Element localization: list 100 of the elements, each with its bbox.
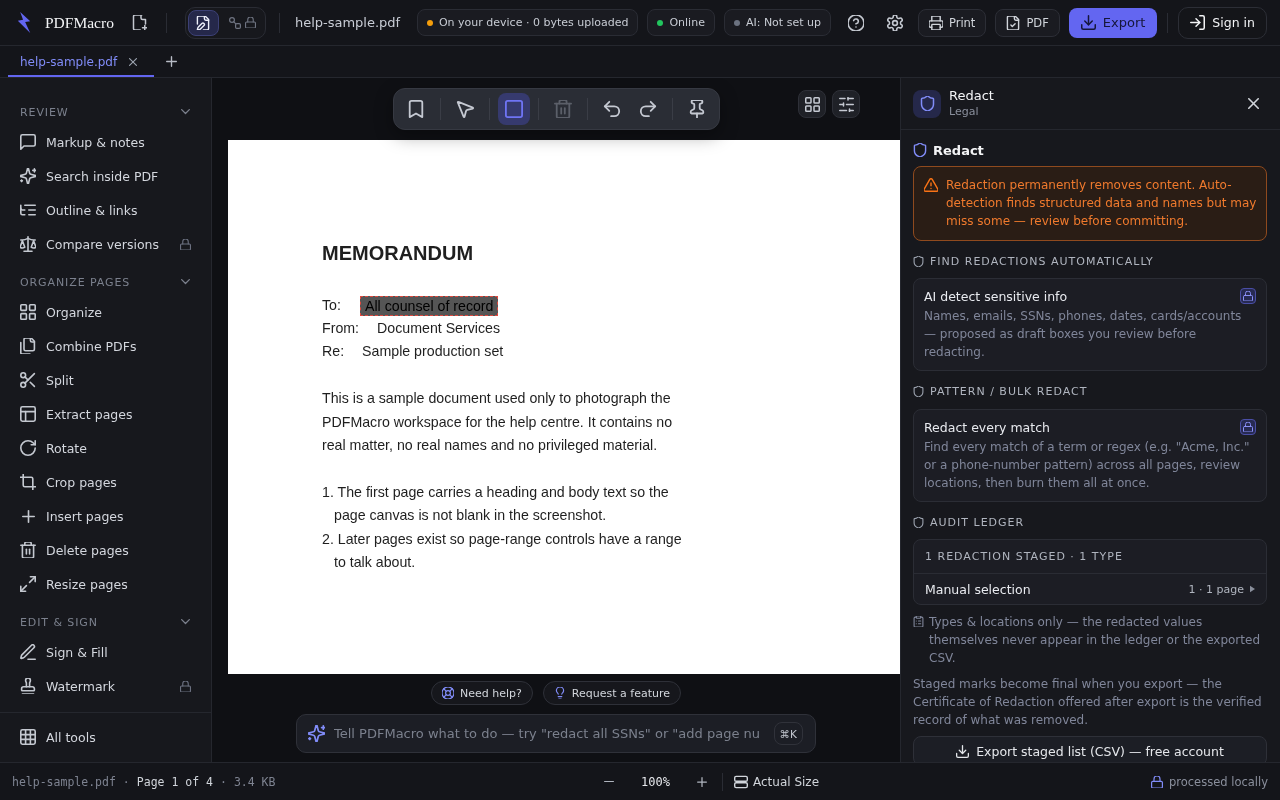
section-header[interactable]: ORGANIZE PAGES bbox=[8, 269, 203, 295]
plus-icon bbox=[697, 776, 707, 787]
close-icon bbox=[1247, 98, 1259, 109]
info-separator: · bbox=[122, 774, 130, 789]
ledger-note: Staged marks become final when you export — the Certificate of Redaction offered after export is the verified record of what was removed. bbox=[913, 676, 1263, 729]
card-title: Redact every match bbox=[924, 419, 1050, 435]
scale-icon bbox=[20, 236, 36, 252]
sidebar-item[interactable]: Resize pages bbox=[8, 567, 203, 601]
section-title: AUDIT LEDGER bbox=[930, 515, 1025, 529]
section-header[interactable]: EDIT & SIGN bbox=[8, 609, 203, 635]
brand-name: PDFMacro bbox=[45, 13, 114, 32]
table-icon bbox=[20, 406, 36, 422]
lightning-icon bbox=[17, 12, 31, 33]
lock-icon bbox=[1150, 775, 1163, 788]
crop-icon bbox=[20, 474, 36, 490]
section-title: FIND REDACTIONS AUTOMATICALLY bbox=[930, 254, 1154, 268]
sign-in-icon bbox=[1190, 15, 1206, 30]
file-plus-icon bbox=[132, 15, 148, 30]
sidebar-item[interactable]: Outline & links bbox=[8, 193, 203, 227]
grid-view-button[interactable] bbox=[798, 90, 826, 118]
undo-icon bbox=[602, 100, 621, 118]
rectangle-tool-button[interactable] bbox=[497, 93, 530, 125]
sidebar-item[interactable]: All tools bbox=[8, 720, 203, 754]
plus-icon bbox=[165, 56, 177, 67]
sidebar-item[interactable]: Organize bbox=[8, 295, 203, 329]
clipboard-icon bbox=[913, 616, 924, 627]
adjust-button[interactable] bbox=[832, 90, 860, 118]
list-item: 1. The first page carries a heading and body text so the page canvas is not blank in the screenshot. bbox=[322, 482, 670, 525]
sparkles-icon bbox=[308, 725, 325, 742]
feature-card[interactable]: Redact every match Find every match of a term or regex (e.g. "Acme, Inc." or a phone-number pattern) across all pages, review locations, then burn them all at once. bbox=[913, 409, 1267, 502]
rotate-icon bbox=[20, 440, 36, 456]
redacted-text: All counsel of record bbox=[359, 295, 499, 316]
redo-icon bbox=[638, 100, 657, 118]
mode-button[interactable] bbox=[187, 9, 219, 36]
field-value: Sample production set bbox=[362, 342, 504, 361]
sign-in-button[interactable]: Sign in bbox=[1178, 6, 1267, 39]
sidebar-item[interactable]: Delete pages bbox=[8, 533, 203, 567]
shield-icon bbox=[913, 255, 924, 267]
panel-title: Redact bbox=[949, 88, 994, 104]
export-button[interactable]: Export bbox=[1068, 7, 1158, 38]
ledger-label: Manual selection bbox=[925, 581, 1031, 597]
close-icon bbox=[129, 57, 138, 66]
minus-icon bbox=[604, 780, 614, 783]
sidebar-item[interactable]: Extract pages bbox=[8, 397, 203, 431]
file-pen-icon bbox=[196, 15, 211, 30]
sidebar-item[interactable]: Rotate bbox=[8, 431, 203, 465]
actual-size-icon bbox=[734, 774, 748, 789]
section-header[interactable]: REVIEW bbox=[8, 99, 203, 125]
panel-subtitle: Legal bbox=[949, 104, 980, 119]
sidebar-item[interactable]: Watermark bbox=[8, 669, 203, 703]
cursor-icon bbox=[455, 100, 474, 118]
field-label: From: bbox=[322, 319, 360, 338]
print-button[interactable]: Print bbox=[917, 8, 987, 37]
scissors-icon bbox=[20, 372, 36, 388]
trash-icon bbox=[20, 542, 36, 558]
feature-request-link[interactable]: Request a feature bbox=[542, 681, 681, 705]
sidebar-item[interactable]: Combine PDFs bbox=[8, 329, 203, 363]
warning-icon bbox=[924, 178, 938, 192]
memo-heading: MEMORANDUM bbox=[322, 241, 475, 265]
settings-icon bbox=[886, 14, 903, 31]
section-title: PATTERN / BULK REDACT bbox=[930, 384, 1088, 398]
shield-icon bbox=[913, 516, 924, 528]
tool-heading: Redact bbox=[933, 142, 984, 158]
life-buoy-icon bbox=[442, 687, 454, 699]
sidebar-item[interactable]: Insert pages bbox=[8, 499, 203, 533]
export-csv-button[interactable]: Export staged list (CSV) — free account bbox=[913, 736, 1267, 762]
expand-icon bbox=[20, 576, 36, 592]
plus-icon bbox=[21, 509, 35, 523]
pdf-button[interactable]: PDF bbox=[995, 8, 1060, 37]
grid-icon bbox=[20, 304, 36, 320]
file-name: help-sample.pdf bbox=[12, 774, 116, 789]
card-title: AI detect sensitive info bbox=[924, 288, 1068, 304]
shortcut-hint: ⌘K bbox=[773, 722, 803, 745]
file-check-icon bbox=[1006, 15, 1021, 30]
zoom-level: 100% bbox=[640, 774, 671, 789]
ledger-row[interactable]: Manual selection 1 · 1 page bbox=[914, 574, 1266, 604]
shield-icon bbox=[913, 385, 924, 397]
sidebar-item[interactable]: Markup & notes bbox=[8, 125, 203, 159]
sidebar-item[interactable]: Compare versions bbox=[8, 227, 203, 261]
actual-size-button[interactable]: Actual Size bbox=[728, 768, 826, 795]
privacy-label: processed locally bbox=[1168, 774, 1268, 789]
sidebar-item[interactable]: Split bbox=[8, 363, 203, 397]
sidebar-item[interactable]: Sign & Fill bbox=[8, 635, 203, 669]
shield-icon bbox=[913, 143, 927, 157]
field-label: Re: bbox=[322, 342, 345, 361]
sidebar-item[interactable]: Crop pages bbox=[8, 465, 203, 499]
list-item: 2. Later pages exist so page-range controls have a range to talk about. bbox=[322, 529, 683, 572]
files-icon bbox=[20, 338, 36, 354]
table-grid-icon bbox=[20, 729, 36, 745]
file-size: 3.4 KB bbox=[233, 774, 276, 789]
nodes-icon bbox=[228, 16, 241, 29]
feature-card[interactable]: AI detect sensitive info Names, emails, SSNs, phones, dates, cards/accounts — proposed as draft boxes you review before redacting. bbox=[913, 278, 1267, 371]
shield-icon bbox=[913, 89, 941, 118]
help-link[interactable]: Need help? bbox=[431, 681, 533, 705]
sidebar-item[interactable]: Search inside PDF bbox=[8, 159, 203, 193]
warning-text: Redaction permanently removes content. Auto-detection finds structured data and names but may miss some — review before committing. bbox=[946, 177, 1258, 230]
ledger-note: Types & locations only — the redacted values themselves never appear in the ledger or the exported CSV. bbox=[929, 614, 1261, 667]
ledger-summary: 1 REDACTION STAGED · 1 TYPE bbox=[914, 540, 1266, 574]
stamp-icon bbox=[20, 678, 36, 694]
bookmark-icon bbox=[406, 100, 425, 118]
